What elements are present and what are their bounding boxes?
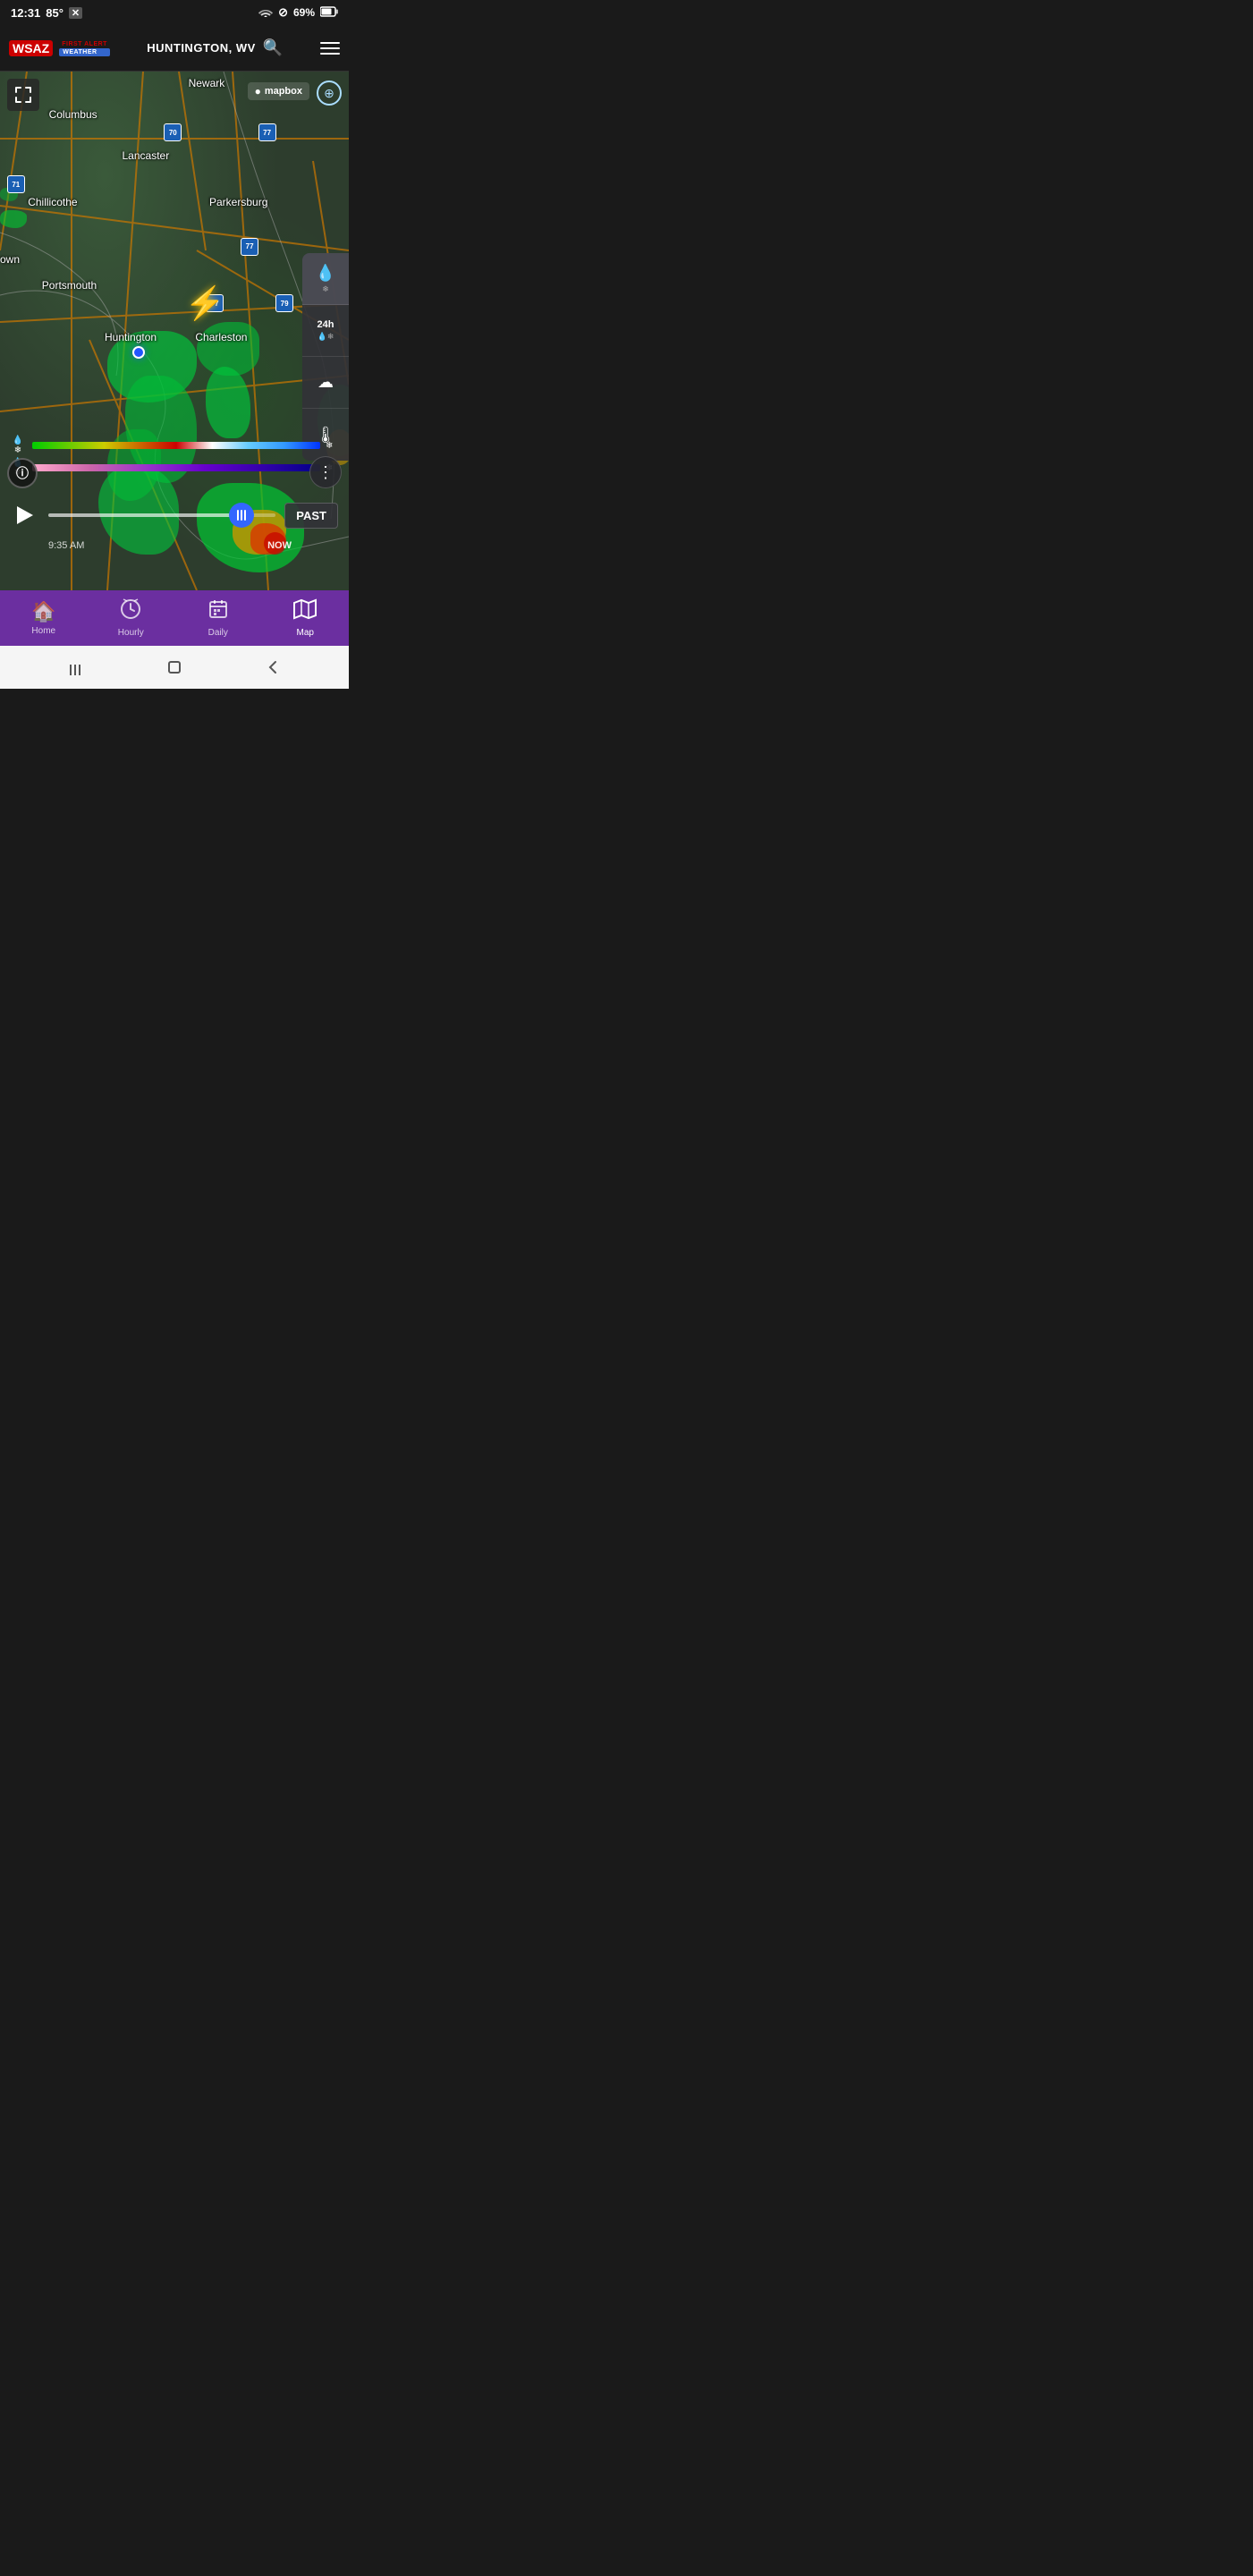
legend-gradient-2	[32, 464, 320, 471]
rain-snow-icon: 💧	[316, 264, 335, 283]
time-start-label: 9:35 AM	[48, 540, 84, 551]
nav-home[interactable]: 🏠 Home	[17, 597, 71, 640]
mapbox-text: mapbox	[265, 86, 302, 97]
logo-text: FIRST ALERT WEATHER	[59, 40, 110, 56]
city-lancaster: Lancaster	[123, 149, 170, 162]
home-icon: 🏠	[31, 600, 55, 623]
map-icon	[293, 598, 317, 625]
interstate-79: 79	[275, 294, 293, 312]
bottom-navigation: 🏠 Home Hourly Daily	[0, 590, 349, 646]
thumb-lines	[237, 510, 246, 521]
legend-rain-icon: 💧❄	[9, 436, 27, 455]
time-display: 12:31	[11, 6, 40, 20]
channel-number: WSAZ	[13, 42, 49, 55]
block-icon: ⊘	[278, 5, 288, 20]
panel-24h[interactable]: 24h 💧❄	[302, 305, 349, 357]
city-huntington: Huntington	[105, 331, 157, 343]
status-bar: 12:31 85° ✕ ⊘ 69%	[0, 0, 349, 25]
legend-gradient-1	[32, 442, 320, 449]
menu-button[interactable]	[320, 42, 340, 55]
weather-label: WEATHER	[59, 48, 110, 56]
first-alert-label: FIRST ALERT	[59, 40, 110, 48]
header-right	[320, 42, 340, 55]
interstate-70: 70	[164, 123, 182, 141]
progress-thumb[interactable]	[229, 503, 254, 528]
city-chillicothe: Chillicothe	[28, 196, 77, 208]
progress-fill	[48, 513, 241, 517]
more-options-button[interactable]: ⋮	[309, 456, 342, 488]
back-system-button[interactable]	[265, 659, 281, 675]
interstate-77-mid: 77	[241, 238, 258, 256]
city-parkersburg: Parkersburg	[209, 196, 267, 208]
logo-box: WSAZ	[9, 40, 53, 56]
24h-label: 24h	[317, 319, 334, 330]
playback-controls: PAST	[0, 494, 349, 537]
nav-hourly-label: Hourly	[118, 628, 144, 638]
system-nav-bar	[0, 646, 349, 689]
search-icon[interactable]: 🔍	[263, 38, 284, 57]
nav-map-label: Map	[297, 628, 314, 638]
city-portsmouth: Portsmouth	[42, 279, 97, 292]
app-header: WSAZ FIRST ALERT WEATHER HUNTINGTON, WV …	[0, 25, 349, 72]
nav-daily-label: Daily	[208, 628, 228, 638]
status-left: 12:31 85° ✕	[11, 6, 82, 20]
status-right: ⊘ 69%	[258, 5, 338, 20]
panel-precipitation[interactable]: 💧 ❄	[302, 253, 349, 305]
play-button[interactable]	[11, 501, 39, 530]
nav-daily[interactable]: Daily	[191, 595, 245, 641]
lightning-icon: ⚡	[185, 284, 225, 322]
cloud-icon: ☁	[317, 373, 334, 392]
daily-icon	[207, 598, 229, 625]
city-charleston: Charleston	[195, 331, 247, 343]
temperature-display: 85°	[46, 6, 63, 20]
legend-row-2: 💧❄ ❄	[9, 458, 340, 478]
battery-percent: 69%	[293, 6, 315, 19]
city-columbus: Columbus	[49, 108, 97, 121]
play-triangle-icon	[17, 506, 33, 524]
recent-apps-button[interactable]	[68, 659, 84, 675]
past-button[interactable]: PAST	[284, 503, 338, 529]
expand-map-button[interactable]	[7, 79, 39, 111]
mapbox-logo: ● mapbox	[248, 82, 309, 100]
city-own: own	[0, 253, 20, 266]
close-icon: ✕	[69, 7, 82, 19]
info-button[interactable]: ⓘ	[7, 458, 38, 488]
nav-hourly[interactable]: Hourly	[104, 595, 157, 641]
location-text: HUNTINGTON, WV	[147, 41, 256, 55]
center-location-button[interactable]: ⊕	[317, 80, 342, 106]
nav-home-label: Home	[31, 626, 55, 636]
map-view[interactable]: Newark Columbus Lancaster Chillicothe Pa…	[0, 72, 349, 590]
progress-track[interactable]	[48, 513, 275, 517]
time-now-label: NOW	[267, 540, 292, 551]
panel-clouds[interactable]: ☁	[302, 357, 349, 409]
radar-legend: 💧❄ ❄ 💧❄ ❄	[0, 430, 349, 483]
time-label-row: 9:35 AM NOW	[48, 540, 338, 551]
app-logo: WSAZ FIRST ALERT WEATHER	[9, 40, 110, 56]
city-newark: Newark	[189, 77, 225, 89]
interstate-71: 71	[7, 175, 25, 193]
battery-icon	[320, 6, 338, 20]
location-display[interactable]: HUNTINGTON, WV 🔍	[147, 38, 284, 57]
interstate-77-ne: 77	[258, 123, 276, 141]
legend-snow-icon: ❄	[326, 441, 340, 451]
wifi-icon	[258, 6, 273, 20]
legend-row-1: 💧❄ ❄	[9, 436, 340, 455]
home-system-button[interactable]	[166, 659, 182, 675]
24h-icons: 💧❄	[317, 332, 334, 342]
hourly-icon	[120, 598, 141, 625]
nav-map[interactable]: Map	[278, 595, 332, 641]
